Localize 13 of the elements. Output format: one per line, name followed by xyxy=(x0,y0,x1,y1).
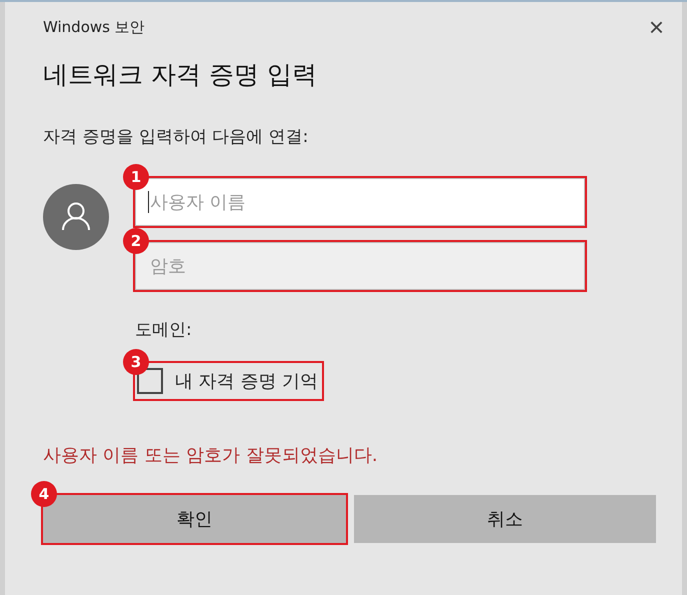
callout-badge: 1 xyxy=(123,164,149,190)
callout-badge: 4 xyxy=(31,481,57,507)
callout-badge: 3 xyxy=(123,349,149,375)
text-cursor xyxy=(148,191,149,213)
prompt-text: 자격 증명을 입력하여 다음에 연결: xyxy=(43,126,310,148)
error-message: 사용자 이름 또는 암호가 잘못되었습니다. xyxy=(43,444,379,467)
dialog-button[interactable]: 취소 xyxy=(354,495,656,543)
user-avatar-icon xyxy=(43,184,109,250)
dialog-heading: 네트워크 자격 증명 입력 xyxy=(43,59,318,91)
window-title: Windows 보안 xyxy=(43,18,145,36)
callout-badge: 2 xyxy=(123,228,149,254)
close-button[interactable]: × xyxy=(644,14,668,40)
domain-label: 도메인: xyxy=(135,319,193,341)
